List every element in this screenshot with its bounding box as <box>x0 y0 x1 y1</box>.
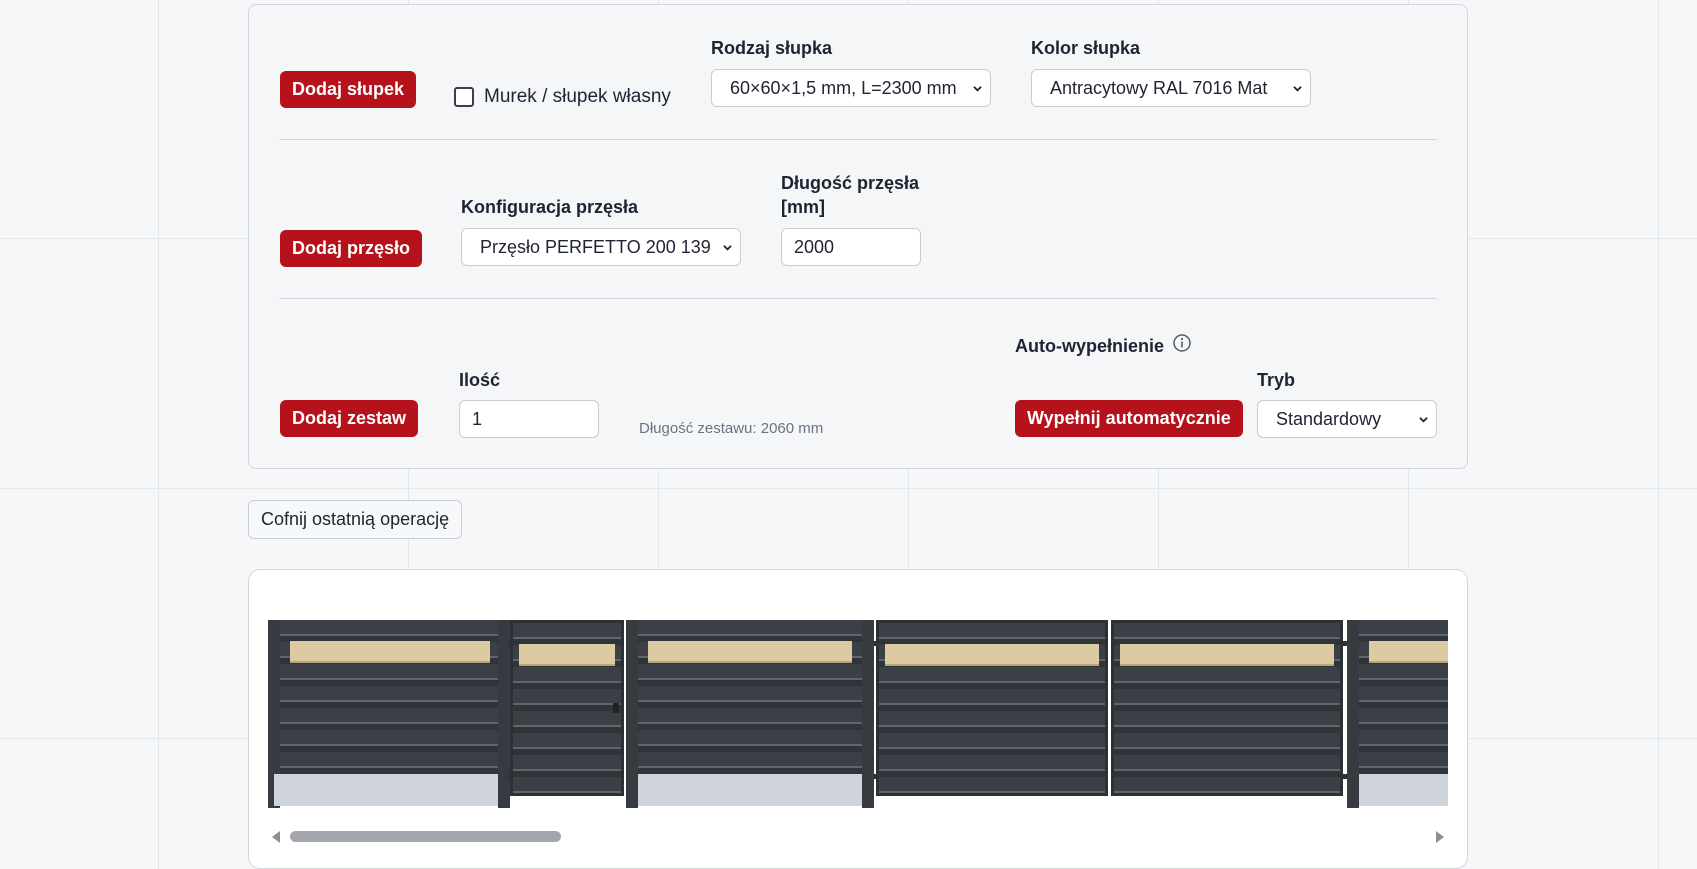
post-type-select[interactable]: 60×60×1,5 mm, L=2300 mm <box>711 69 991 107</box>
chevron-down-icon <box>1419 417 1428 423</box>
configuration-panel: Dodaj słupek Murek / słupek własny Rodza… <box>248 4 1468 469</box>
post-color-select[interactable]: Antracytowy RAL 7016 Mat <box>1031 69 1311 107</box>
chevron-down-icon <box>1293 86 1302 92</box>
own-post-checkbox[interactable] <box>454 87 474 107</box>
span-length-input[interactable]: 2000 <box>781 228 921 266</box>
fence-span-accent-strip <box>1120 644 1334 666</box>
span-config-select-value: Przęsło PERFETTO 200 139 <box>480 237 711 257</box>
post-color-select-value: Antracytowy RAL 7016 Mat <box>1050 78 1268 98</box>
quantity-label: Ilość <box>459 370 501 390</box>
fence-span-accent-strip <box>885 644 1099 666</box>
fence-wall <box>1359 774 1448 806</box>
mode-select[interactable]: Standardowy <box>1257 400 1437 438</box>
fence-post <box>626 620 638 808</box>
fence-span-accent-strip <box>290 641 490 663</box>
info-circle-icon[interactable] <box>1172 333 1192 353</box>
fence-double-gate-right <box>1111 620 1343 796</box>
fence-span <box>1359 620 1448 774</box>
section-divider <box>279 298 1437 299</box>
own-post-checkbox-label: Murek / słupek własny <box>484 86 671 107</box>
fence-preview[interactable] <box>268 620 1448 808</box>
post-type-select-value: 60×60×1,5 mm, L=2300 mm <box>730 78 957 98</box>
set-length-text: Długość zestawu: 2060 mm <box>639 420 824 437</box>
fence-gate <box>510 620 624 796</box>
fence-post <box>498 620 510 808</box>
preview-horizontal-scrollbar[interactable] <box>268 828 1448 844</box>
scroll-left-arrow-icon[interactable] <box>272 831 280 843</box>
fence-wall <box>274 774 500 806</box>
span-config-select[interactable]: Przęsło PERFETTO 200 139 <box>461 228 741 266</box>
span-config-label: Konfiguracja przęsła <box>461 197 639 217</box>
fence-double-gate-left <box>876 620 1108 796</box>
quantity-input[interactable]: 1 <box>459 400 599 438</box>
chevron-down-icon <box>973 86 982 92</box>
section-divider <box>279 139 1437 140</box>
add-post-button[interactable]: Dodaj słupek <box>280 71 417 108</box>
span-length-label-line2: [mm] <box>781 197 825 217</box>
autofill-label: Auto-wypełnienie <box>1015 336 1165 356</box>
fence-span-accent-strip <box>1369 641 1448 663</box>
fence-post <box>1347 620 1359 808</box>
post-color-label: Kolor słupka <box>1031 38 1141 58</box>
undo-last-operation-button[interactable]: Cofnij ostatnią operację <box>248 500 463 539</box>
fence-span <box>638 620 862 774</box>
gate-handle-icon <box>613 703 619 713</box>
fence-span-accent-strip <box>519 644 615 666</box>
autofill-button[interactable]: Wypełnij automatycznie <box>1015 400 1243 437</box>
fence-span <box>280 620 500 774</box>
chevron-down-icon <box>723 245 732 251</box>
mode-select-value: Standardowy <box>1276 409 1382 429</box>
mode-label: Tryb <box>1257 370 1296 390</box>
post-type-label: Rodzaj słupka <box>711 38 833 58</box>
fence-span-accent-strip <box>648 641 852 663</box>
fence-wall <box>638 774 862 806</box>
span-length-label-line1: Długość przęsła <box>781 173 920 193</box>
add-set-button[interactable]: Dodaj zestaw <box>280 400 419 437</box>
scrollbar-thumb[interactable] <box>290 831 561 842</box>
add-span-button[interactable]: Dodaj przęsło <box>280 230 423 267</box>
fence-post <box>862 620 874 808</box>
scroll-right-arrow-icon[interactable] <box>1436 831 1444 843</box>
